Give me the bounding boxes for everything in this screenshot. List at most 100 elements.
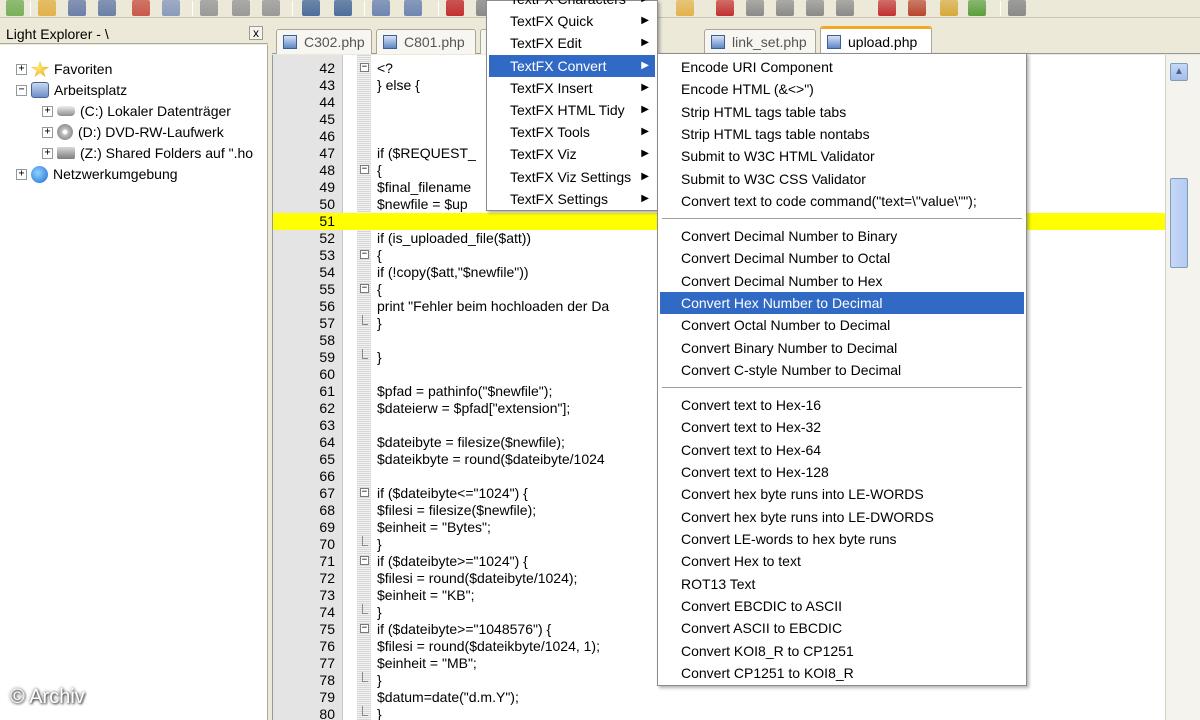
menu-item-convert-decimal-number-to-hex[interactable]: Convert Decimal Number to Hex (660, 270, 1024, 292)
menu-item-convert-text-to-hex-128[interactable]: Convert text to Hex-128 (660, 461, 1024, 483)
menu-item-convert-hex-byte-runs-into-le-dwords[interactable]: Convert hex byte runs into LE-DWORDS (660, 506, 1024, 528)
tab-c801-php[interactable]: C801.php (376, 29, 476, 54)
tree-item[interactable]: + (Z:) Shared Folders auf ".ho (42, 143, 253, 163)
menu-item-label: Convert text to Hex-128 (681, 463, 829, 480)
tree-item[interactable]: + Netzwerkumgebung (16, 164, 178, 184)
replace-icon[interactable] (404, 0, 422, 16)
menu-item-convert-le-words-to-hex-byte-runs[interactable]: Convert LE-words to hex byte runs (660, 528, 1024, 550)
menu-item-rot13-text[interactable]: ROT13 Text (660, 573, 1024, 595)
print-icon[interactable] (1008, 0, 1026, 16)
menu-item-encode-uri-component[interactable]: Encode URI Component (660, 56, 1024, 78)
menu-item-textfx-insert[interactable]: TextFX Insert ▶ (489, 77, 655, 99)
menu-item-textfx-settings[interactable]: TextFX Settings ▶ (489, 188, 655, 210)
open-folder-icon[interactable] (38, 0, 56, 16)
menu-item-convert-text-to-hex-32[interactable]: Convert text to Hex-32 (660, 416, 1024, 438)
menu-item-convert-hex-number-to-decimal[interactable]: Convert Hex Number to Decimal (660, 292, 1024, 314)
fold-toggle-icon[interactable]: − (360, 63, 369, 72)
tree-expander-icon[interactable]: + (16, 63, 27, 75)
menu-item-convert-text-to-hex-64[interactable]: Convert text to Hex-64 (660, 439, 1024, 461)
menu-item-label: Convert C-style Number to Decimal (681, 362, 902, 379)
fold-toggle-icon[interactable]: − (360, 488, 369, 497)
toolbar-extra-icon[interactable] (940, 0, 958, 16)
close-panel-icon[interactable]: x (249, 26, 263, 40)
toolbar-extra-icon[interactable] (878, 0, 896, 16)
toolbar-extra-icon[interactable] (968, 0, 986, 16)
code-line[interactable]: 80} (273, 706, 1165, 720)
menu-item-submit-to-w3c-css-validator[interactable]: Submit to W3C CSS Validator (660, 168, 1024, 190)
fold-toggle-icon[interactable]: − (360, 284, 369, 293)
fold-toggle-icon[interactable]: − (360, 250, 369, 259)
tab-c302-php[interactable]: C302.php (276, 29, 372, 54)
fold-toggle-icon[interactable]: − (360, 556, 369, 565)
tree-item[interactable]: − Arbeitsplatz (16, 80, 127, 100)
menu-item-convert-ascii-to-ebcdic[interactable]: Convert ASCII to EBCDIC (660, 617, 1024, 639)
fold-toggle-icon[interactable]: − (360, 624, 369, 633)
toolbar-extra-icon[interactable] (716, 0, 734, 16)
toolbar-separator (192, 1, 193, 16)
menu-item-textfx-quick[interactable]: TextFX Quick ▶ (489, 10, 655, 32)
copy-icon[interactable] (232, 0, 250, 16)
tree-expander-icon[interactable]: + (42, 126, 53, 138)
toolbar-extra-icon[interactable] (836, 0, 854, 16)
menu-item-textfx-convert[interactable]: TextFX Convert ▶ (489, 54, 655, 77)
new-file-icon[interactable] (6, 0, 24, 16)
print-preview-icon[interactable] (162, 0, 180, 16)
menu-item-convert-hex-to-text[interactable]: Convert Hex to text (660, 550, 1024, 572)
tree-item[interactable]: + (C:) Lokaler Datenträger (42, 101, 231, 121)
menu-item-convert-text-to-code-command-text-value[interactable]: Convert text to code command("text=\"val… (660, 190, 1024, 212)
scrollbar-thumb[interactable] (1170, 178, 1188, 268)
menu-item-encode-html[interactable]: Encode HTML (&<>") (660, 78, 1024, 100)
vertical-scrollbar[interactable]: ▲ (1165, 55, 1200, 720)
menu-item-convert-ebcdic-to-ascii[interactable]: Convert EBCDIC to ASCII (660, 595, 1024, 617)
tree-expander-icon[interactable]: + (16, 168, 27, 180)
menu-item-convert-c-style-number-to-decimal[interactable]: Convert C-style Number to Decimal (660, 359, 1024, 381)
menu-item-convert-binary-number-to-decimal[interactable]: Convert Binary Number to Decimal (660, 337, 1024, 359)
tree-expander-icon[interactable]: + (42, 147, 53, 159)
menu-item-textfx-edit[interactable]: TextFX Edit ▶ (489, 32, 655, 54)
line-number: 70 (319, 536, 335, 552)
menu-item-label: Convert hex byte runs into LE-DWORDS (681, 508, 934, 525)
tab-link-set-php[interactable]: link_set.php (704, 29, 816, 54)
toolbar-extra-icon[interactable] (676, 0, 694, 16)
menu-item-convert-cp1251-to-koi8-r[interactable]: Convert CP1251 to KOI8_R (660, 662, 1024, 684)
menu-item-strip-html-tags-table-nontabs[interactable]: Strip HTML tags table nontabs (660, 123, 1024, 145)
toolbar-extra-icon[interactable] (806, 0, 824, 16)
menu-item-submit-to-w3c-html-validator[interactable]: Submit to W3C HTML Validator (660, 145, 1024, 167)
menu-item-convert-koi8-r-to-cp1251[interactable]: Convert KOI8_R to CP1251 (660, 640, 1024, 662)
fold-toggle-icon[interactable]: − (360, 165, 369, 174)
cut-icon[interactable] (200, 0, 218, 16)
close-icon[interactable] (132, 0, 150, 16)
tree-item[interactable]: + Favoriten (16, 59, 112, 79)
menu-item-convert-text-to-hex-16[interactable]: Convert text to Hex-16 (660, 394, 1024, 416)
scroll-up-arrow-icon[interactable]: ▲ (1170, 63, 1188, 81)
menu-item-convert-hex-byte-runs-into-le-words[interactable]: Convert hex byte runs into LE-WORDS (660, 483, 1024, 505)
menu-item-strip-html-tags-table-tabs[interactable]: Strip HTML tags table tabs (660, 101, 1024, 123)
tab-upload-php[interactable]: upload.php (820, 26, 932, 54)
menu-item-convert-decimal-number-to-octal[interactable]: Convert Decimal Number to Octal (660, 247, 1024, 269)
dvd-drive-icon (57, 124, 73, 140)
undo-icon[interactable] (302, 0, 320, 16)
menu-item-textfx-tools[interactable]: TextFX Tools ▶ (489, 121, 655, 143)
code-line[interactable]: 79 $datum=date("d.m.Y"); (273, 689, 1165, 706)
tree-item[interactable]: + (D:) DVD-RW-Laufwerk (42, 122, 224, 142)
toolbar-extra-icon[interactable] (746, 0, 764, 16)
menu-item-textfx-viz-settings[interactable]: TextFX Viz Settings ▶ (489, 166, 655, 188)
tree-expander-icon[interactable]: − (16, 84, 27, 96)
toolbar-extra-icon[interactable] (776, 0, 794, 16)
tree-expander-icon[interactable]: + (42, 105, 53, 117)
menu-item-label: Convert text to code command("text=\"val… (681, 193, 977, 210)
menu-item-convert-decimal-number-to-binary[interactable]: Convert Decimal Number to Binary (660, 225, 1024, 247)
toolbar-extra-icon[interactable] (908, 0, 926, 16)
menu-item-textfx-viz[interactable]: TextFX Viz ▶ (489, 143, 655, 165)
save-icon[interactable] (68, 0, 86, 16)
find-icon[interactable] (372, 0, 390, 16)
paste-icon[interactable] (262, 0, 280, 16)
macro-record-icon[interactable] (446, 0, 464, 16)
save-all-icon[interactable] (98, 0, 116, 16)
menu-item-textfx-html-tidy[interactable]: TextFX HTML Tidy ▶ (489, 99, 655, 121)
redo-icon[interactable] (334, 0, 352, 16)
menu-item-textfx-characters[interactable]: TextFX Characters ▶ (489, 0, 655, 10)
menu-item-label: TextFX Tools (510, 124, 590, 141)
tab-label: upload.php (848, 33, 918, 50)
menu-item-convert-octal-number-to-decimal[interactable]: Convert Octal Number to Decimal (660, 314, 1024, 336)
